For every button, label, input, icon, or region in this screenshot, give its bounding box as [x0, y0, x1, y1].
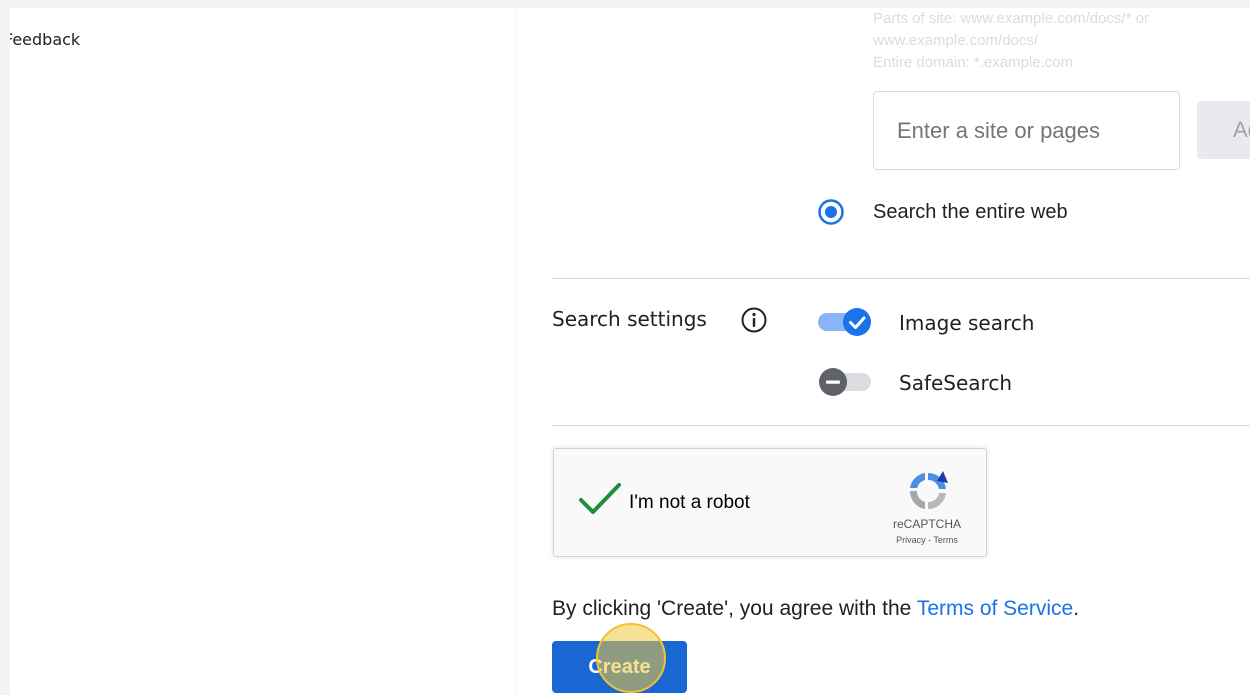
- checkmark-icon[interactable]: [578, 481, 622, 517]
- recaptcha-privacy-terms[interactable]: Privacy - Terms: [872, 535, 982, 545]
- recaptcha-brand: reCAPTCHA: [892, 517, 961, 531]
- feedback-link[interactable]: Feedback: [10, 30, 80, 49]
- search-settings-label: Search settings: [552, 307, 707, 331]
- search-entire-web-radio[interactable]: [817, 198, 845, 226]
- recaptcha-widget: I'm not a robot reCAPTCHA Privacy - Term…: [553, 448, 987, 557]
- create-button[interactable]: Create: [552, 641, 687, 693]
- site-input[interactable]: [873, 91, 1180, 170]
- terms-consent-suffix: .: [1073, 597, 1080, 620]
- recaptcha-logo-icon: [909, 471, 948, 510]
- section-divider: [552, 425, 1250, 426]
- section-divider: [552, 278, 1250, 279]
- terms-consent-text: By clicking 'Create', you agree with the…: [552, 597, 1079, 621]
- site-hint-domain: Entire domain: *.example.com: [873, 54, 1074, 71]
- site-hints: Parts of site: www.example.com/docs/* or…: [873, 8, 1149, 74]
- terms-of-service-link[interactable]: Terms of Service: [917, 597, 1073, 620]
- terms-consent-prefix: By clicking 'Create', you agree with the: [552, 597, 917, 620]
- site-hint-parts: Parts of site: www.example.com/docs/* or: [873, 10, 1149, 27]
- image-search-label: Image search: [899, 311, 1035, 335]
- site-hint-path: www.example.com/docs/: [873, 32, 1039, 49]
- image-search-toggle[interactable]: [817, 307, 873, 337]
- add-site-button[interactable]: Add: [1197, 101, 1250, 159]
- safesearch-label: SafeSearch: [899, 371, 1013, 395]
- safesearch-toggle[interactable]: [817, 367, 873, 397]
- main-panel: Parts of site: www.example.com/docs/* or…: [517, 8, 1250, 695]
- not-a-robot-label: I'm not a robot: [629, 492, 750, 513]
- left-panel: Feedback: [10, 8, 516, 695]
- search-entire-web-label: Search the entire web: [873, 201, 1068, 223]
- info-icon[interactable]: [740, 306, 768, 334]
